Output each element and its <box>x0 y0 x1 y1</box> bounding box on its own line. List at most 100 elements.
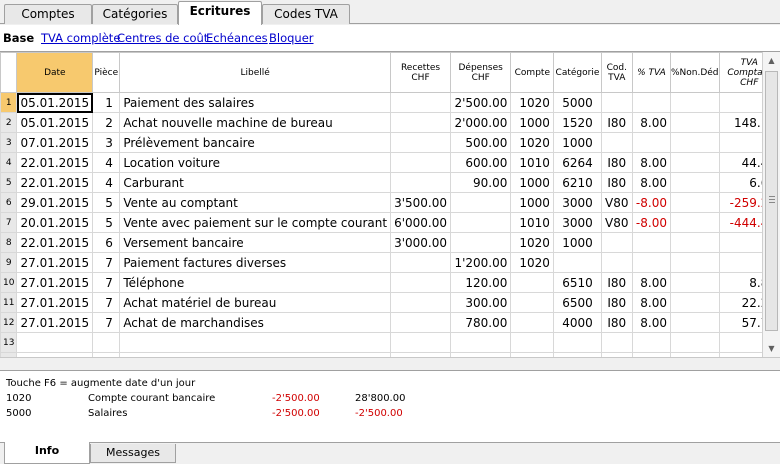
cell-cod-tva[interactable]: I80 <box>600 112 633 133</box>
cell-non-ded[interactable] <box>669 272 720 293</box>
cell-libelle[interactable]: Achat matériel de bureau <box>119 292 392 313</box>
cell-piece[interactable]: 4 <box>92 172 121 193</box>
col-header-pct-tva[interactable]: % TVA <box>631 52 671 93</box>
cell-categorie[interactable]: 6210 <box>553 172 602 193</box>
cell-non-ded[interactable] <box>669 292 720 313</box>
table-row[interactable]: 3 07.01.2015 3 Prélèvement bancaire 500.00 10… <box>0 132 780 153</box>
vertical-scrollbar[interactable]: ▲ ▼ <box>762 52 780 357</box>
col-header-categorie[interactable]: Catégorie <box>553 52 602 93</box>
corner-cell[interactable] <box>0 52 18 93</box>
cell-compte[interactable]: 1000 <box>510 192 555 213</box>
cell-categorie[interactable]: 4000 <box>553 312 602 333</box>
cell-cod-tva[interactable]: I80 <box>600 312 633 333</box>
cell-pct-tva[interactable]: 8.00 <box>631 172 671 193</box>
col-header-compte[interactable]: Compte <box>510 52 555 93</box>
cell-libelle[interactable]: Vente au comptant <box>119 192 392 213</box>
cell-date[interactable]: 27.01.2015 <box>16 312 94 333</box>
cell-depenses[interactable] <box>449 192 512 213</box>
view-bloquer[interactable]: Bloquer <box>269 31 314 45</box>
cell-recettes[interactable] <box>390 132 451 153</box>
table-row[interactable]: 9 27.01.2015 7 Paiement factures diverses 1'… <box>0 252 780 273</box>
cell-categorie[interactable] <box>553 252 602 273</box>
cell-libelle[interactable] <box>119 332 392 353</box>
cell-recettes[interactable]: 3'500.00 <box>390 192 451 213</box>
cell-libelle[interactable]: Paiement des salaires <box>119 92 392 113</box>
cell-depenses[interactable]: 600.00 <box>449 152 512 173</box>
cell-cod-tva[interactable]: I80 <box>600 172 633 193</box>
cell-non-ded[interactable] <box>669 332 720 353</box>
cell-piece[interactable] <box>92 332 121 353</box>
cell-cod-tva[interactable] <box>600 232 633 253</box>
cell-recettes[interactable] <box>390 112 451 133</box>
cell-date[interactable]: 27.01.2015 <box>16 292 94 313</box>
cell-cod-tva[interactable]: I80 <box>600 152 633 173</box>
cell-libelle[interactable]: Versement bancaire <box>119 232 392 253</box>
table-row[interactable]: 6 29.01.2015 5 Vente au comptant 3'500.00 100… <box>0 192 780 213</box>
cell-compte[interactable] <box>510 272 555 293</box>
row-number[interactable]: 3 <box>0 132 18 153</box>
cell-date[interactable]: 22.01.2015 <box>16 152 94 173</box>
cell-depenses[interactable]: 120.00 <box>449 272 512 293</box>
cell-recettes[interactable] <box>390 252 451 273</box>
row-number[interactable]: 7 <box>0 212 18 233</box>
cell-recettes[interactable] <box>390 152 451 173</box>
row-number[interactable]: 9 <box>0 252 18 273</box>
cell-cod-tva[interactable]: V80 <box>600 192 633 213</box>
view-centres-de-cout[interactable]: Centres de coût <box>117 31 208 45</box>
cell-non-ded[interactable] <box>669 92 720 113</box>
cell-categorie[interactable]: 6264 <box>553 152 602 173</box>
row-number[interactable]: 11 <box>0 292 18 313</box>
cell-compte[interactable]: 1020 <box>510 232 555 253</box>
cell-libelle[interactable]: Carburant <box>119 172 392 193</box>
cell-pct-tva[interactable] <box>631 252 671 273</box>
cell-piece[interactable]: 7 <box>92 292 121 313</box>
cell-pct-tva[interactable]: 8.00 <box>631 312 671 333</box>
cell-piece[interactable]: 7 <box>92 252 121 273</box>
table-row[interactable]: 11 27.01.2015 7 Achat matériel de bureau 300… <box>0 292 780 313</box>
cell-compte[interactable]: 1000 <box>510 112 555 133</box>
col-header-depenses[interactable]: Dépenses CHF <box>449 52 512 93</box>
cell-pct-tva[interactable]: 8.00 <box>631 272 671 293</box>
row-number[interactable]: 8 <box>0 232 18 253</box>
cell-date[interactable]: 05.01.2015 <box>16 92 94 113</box>
cell-cod-tva[interactable] <box>600 92 633 113</box>
view-tva-complete[interactable]: TVA complète <box>41 31 120 45</box>
cell-libelle[interactable]: Achat nouvelle machine de bureau <box>119 112 392 133</box>
cell-categorie[interactable] <box>553 332 602 353</box>
table-row[interactable]: 7 20.01.2015 5 Vente avec paiement sur le c… <box>0 212 780 233</box>
cell-recettes[interactable]: 6'000.00 <box>390 212 451 233</box>
cell-piece[interactable]: 1 <box>92 92 121 113</box>
cell-compte[interactable] <box>510 312 555 333</box>
cell-pct-tva[interactable]: 8.00 <box>631 152 671 173</box>
cell-date[interactable] <box>16 332 94 353</box>
cell-piece[interactable]: 7 <box>92 312 121 333</box>
cell-date[interactable]: 29.01.2015 <box>16 192 94 213</box>
table-row[interactable]: 1027.01.20157Téléphone120.006510I808.008… <box>0 272 780 293</box>
cell-piece[interactable]: 2 <box>92 112 121 133</box>
cell-depenses[interactable]: 2'000.00 <box>449 112 512 133</box>
row-number[interactable]: 10 <box>0 272 18 293</box>
cell-depenses[interactable]: 300.00 <box>449 292 512 313</box>
cell-piece[interactable]: 7 <box>92 272 121 293</box>
cell-recettes[interactable]: 3'000.00 <box>390 232 451 253</box>
tab-codes-tva[interactable]: Codes TVA <box>262 4 350 24</box>
cell-categorie[interactable]: 6500 <box>553 292 602 313</box>
scroll-down-icon[interactable]: ▼ <box>763 340 780 357</box>
cell-non-ded[interactable] <box>669 232 720 253</box>
cell-piece[interactable]: 4 <box>92 152 121 173</box>
cell-date[interactable]: 20.01.2015 <box>16 212 94 233</box>
cell-depenses[interactable]: 1'200.00 <box>449 252 512 273</box>
cell-categorie[interactable]: 6510 <box>553 272 602 293</box>
cell-pct-tva[interactable]: -8.00 <box>631 192 671 213</box>
cell-non-ded[interactable] <box>669 152 720 173</box>
cell-recettes[interactable] <box>390 272 451 293</box>
cell-pct-tva[interactable]: 8.00 <box>631 292 671 313</box>
cell-compte[interactable]: 1020 <box>510 132 555 153</box>
cell-compte[interactable]: 1020 <box>510 252 555 273</box>
table-row[interactable]: 2 05.01.2015 2 Achat nouvelle machine de bu… <box>0 112 780 133</box>
cell-cod-tva[interactable]: I80 <box>600 292 633 313</box>
row-number[interactable]: 1 <box>0 92 18 113</box>
cell-piece[interactable]: 3 <box>92 132 121 153</box>
cell-compte[interactable]: 1010 <box>510 152 555 173</box>
cell-compte[interactable]: 1020 <box>510 92 555 113</box>
